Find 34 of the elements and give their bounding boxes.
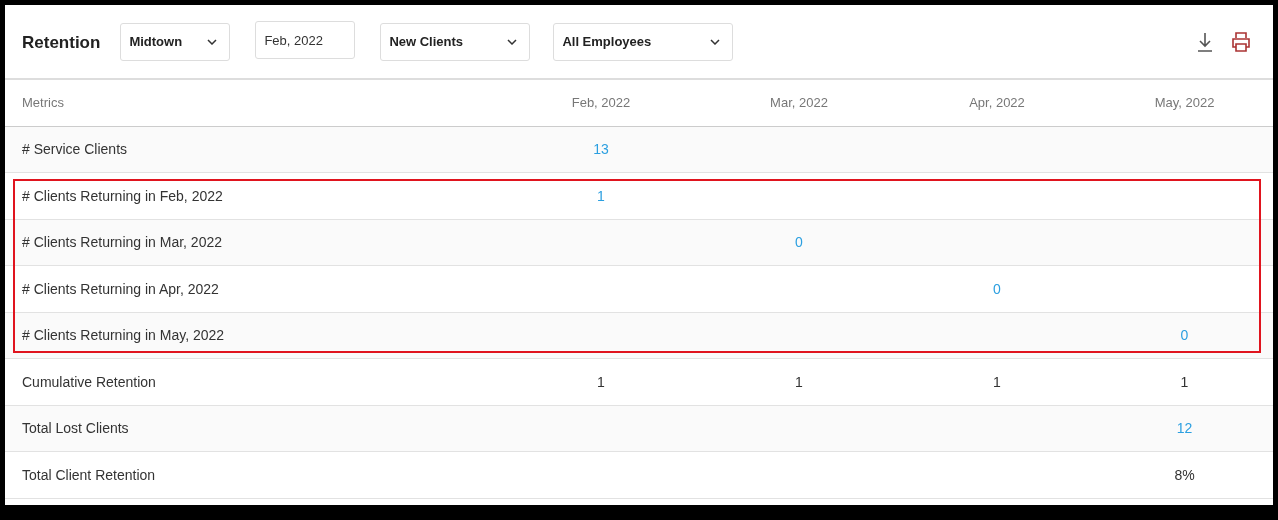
value-link[interactable]: 1 [597, 187, 605, 204]
print-icon[interactable] [1231, 31, 1251, 52]
table-cell: 8% [1174, 466, 1195, 483]
table-cell: 1 [1180, 373, 1189, 390]
metric-label: # Clients Returning in Mar, 2022 [22, 234, 222, 251]
metric-label: Total Client Retention [22, 466, 156, 483]
download-icon[interactable] [1197, 31, 1213, 52]
caret-icon [207, 38, 218, 45]
table-cell: 1 [795, 373, 803, 390]
caret-icon [507, 38, 518, 45]
value-link[interactable]: 0 [993, 280, 1001, 297]
metric-label: # Service Clients [22, 141, 128, 158]
metric-label: Total Lost Clients [22, 420, 129, 437]
metric-label: # Clients Returning in Feb, 2022 [22, 187, 223, 204]
value-link[interactable]: 13 [593, 141, 609, 158]
table-cell: 1 [597, 373, 605, 390]
value-link[interactable]: 12 [1176, 420, 1193, 437]
table-cell: 1 [993, 373, 1001, 390]
filter-dropdown[interactable]: Midtown [120, 22, 231, 61]
column-header: Mar, 2022 [769, 95, 829, 111]
column-header: Apr, 2022 [968, 95, 1026, 111]
metric-label: # Clients Returning in May, 2022 [22, 327, 225, 344]
caret-icon [710, 38, 721, 45]
column-header: Feb, 2022 [570, 95, 632, 111]
value-link[interactable]: 0 [795, 234, 803, 251]
filter-dropdown[interactable]: All Employees [553, 22, 734, 61]
value-link[interactable]: 0 [1180, 327, 1189, 344]
date-field[interactable]: Feb, 2022 [255, 21, 356, 59]
filter-dropdown[interactable]: New Clients [380, 22, 531, 61]
column-header: Metrics [21, 95, 65, 111]
metric-label: # Clients Returning in Apr, 2022 [22, 280, 219, 297]
column-header: May, 2022 [1153, 95, 1216, 111]
page-title: Retention [22, 32, 101, 53]
metric-label: Cumulative Retention [22, 373, 156, 390]
